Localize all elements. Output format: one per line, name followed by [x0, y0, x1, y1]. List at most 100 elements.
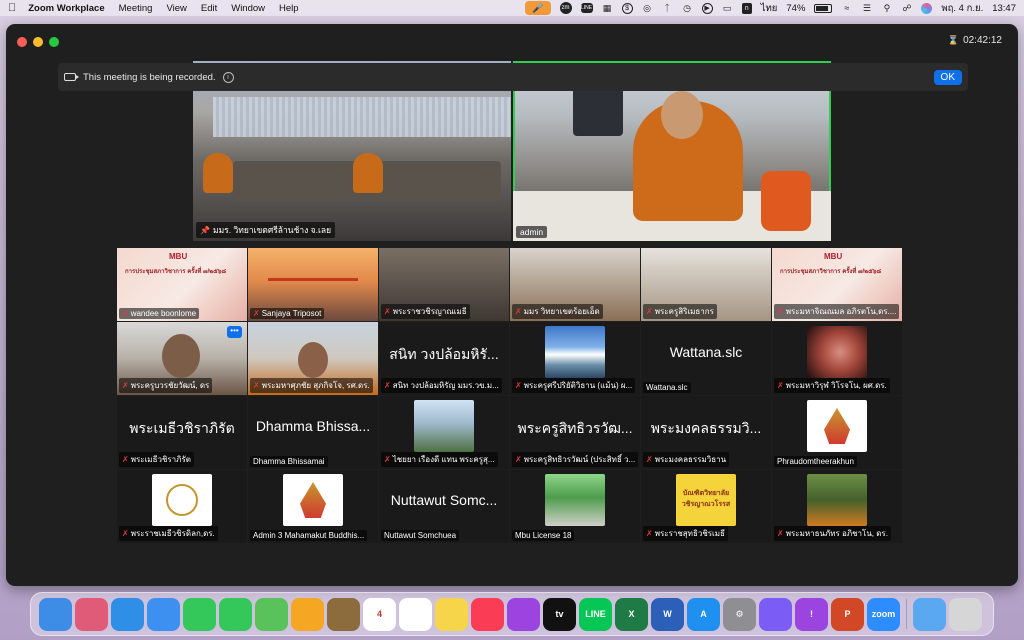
featured-name-tag: admin — [516, 226, 548, 238]
clock-status-icon[interactable]: ◷ — [682, 3, 693, 14]
line-status-icon[interactable]: LINE — [580, 3, 593, 13]
control-toggles-icon[interactable]: ☍ — [901, 3, 912, 14]
participant-name: wandee boonlome — [130, 309, 197, 318]
profile-picture: บัณฑิตวิทยาลัย วชิรญาณวโรรส — [676, 474, 736, 526]
mbu-logo-text: MBU — [169, 252, 188, 261]
messages-icon[interactable] — [219, 597, 252, 631]
launchpad-icon[interactable] — [75, 597, 108, 631]
feedback-icon[interactable]: ! — [795, 597, 828, 631]
bluetooth-icon[interactable]: ᛏ — [662, 3, 673, 14]
downloads-icon[interactable] — [913, 597, 946, 631]
info-icon[interactable]: i — [222, 71, 234, 83]
participant-tile[interactable]: MBU การประชุมสภาวิชาการ ครั้งที่ ๗/๒๕๖๘ … — [772, 248, 902, 321]
menu-meeting[interactable]: Meeting — [119, 3, 153, 14]
participant-tile[interactable]: ✗ พระราชวชิรญาณเมธี — [379, 248, 509, 321]
pin-icon: 📌 — [200, 225, 210, 235]
siri-icon[interactable] — [921, 2, 933, 14]
more-options-button[interactable]: ••• — [227, 326, 242, 338]
participant-tile[interactable]: ✗ พระมหาวิรุฬ วิโรจโน, ผศ.ดร. — [772, 322, 902, 395]
powerpoint-icon[interactable]: P — [831, 597, 864, 631]
muted-mic-icon: ✗ — [646, 529, 653, 538]
calendar-icon[interactable]: 4 — [363, 597, 396, 631]
participant-tile[interactable]: Wattana.slc Wattana.slc — [641, 322, 771, 395]
menu-help[interactable]: Help — [279, 3, 299, 14]
app-menu-zoom[interactable]: Zoom Workplace — [28, 3, 104, 14]
battery-icon[interactable] — [814, 3, 833, 13]
muted-mic-icon: ✗ — [253, 381, 260, 390]
podcasts-icon[interactable] — [507, 597, 540, 631]
play-status-icon[interactable]: ▶ — [701, 2, 713, 14]
display-status-icon[interactable]: ▭ — [722, 3, 733, 14]
fullscreen-window-button[interactable] — [49, 37, 59, 47]
participant-tile[interactable]: Mbu License 18 — [510, 470, 640, 543]
apple-icon[interactable]:  — [8, 2, 16, 14]
menubar-time[interactable]: 13:47 — [992, 3, 1016, 14]
music-icon[interactable] — [471, 597, 504, 631]
zoom-icon[interactable]: zoom — [867, 597, 900, 631]
maps-icon[interactable] — [255, 597, 288, 631]
participant-tile[interactable]: Nuttawut Somc... Nuttawut Somchuea — [379, 470, 509, 543]
word-icon[interactable]: W — [651, 597, 684, 631]
participant-tile[interactable]: ✗ Sanjaya Triposot — [248, 248, 378, 321]
notes-icon[interactable] — [435, 597, 468, 631]
minimize-window-button[interactable] — [33, 37, 43, 47]
reminders-icon[interactable] — [399, 597, 432, 631]
participant-tile[interactable]: ✗ พระครูศรีปริยัติวิธาน (แม้น) ผ... — [510, 322, 640, 395]
participant-tile[interactable]: Phraudomtheerakhun — [772, 396, 902, 469]
zoom-status-icon[interactable]: zm — [559, 2, 572, 14]
app-icon[interactable] — [327, 597, 360, 631]
menu-edit[interactable]: Edit — [201, 3, 217, 14]
participant-tile[interactable]: บัณฑิตวิทยาลัย วชิรญาณวโรรส ✗ พระราชสุทธิ… — [641, 470, 771, 543]
participant-tile[interactable]: พระครูสิทธิวรวัฒ... ✗ พระครูสิทธิวรวัฒน์ … — [510, 396, 640, 469]
tv-icon[interactable]: tv — [543, 597, 576, 631]
safari-icon[interactable] — [111, 597, 144, 631]
input-language[interactable]: ไทย — [761, 1, 778, 16]
participant-tile[interactable]: พระเมธีวชิราภิรัต ✗ พระเมธีวชิราภิรัต — [117, 396, 247, 469]
control-center-icon[interactable]: ☰ — [861, 3, 872, 14]
facetime-icon[interactable] — [183, 597, 216, 631]
participant-tile[interactable]: MBU การประชุมสภาวิชาการ ครั้งที่ ๗/๒๕๖๘ … — [117, 248, 247, 321]
participant-tile[interactable]: ••• ✗ พระครูบวรชัยวัฒน์, ดร — [117, 322, 247, 395]
participant-tile[interactable]: ✗ พระมหาธนภัทร อภิชาโน, ดร. — [772, 470, 902, 543]
spotlight-search-icon[interactable]: ⚲ — [881, 3, 892, 14]
muted-mic-icon: ✗ — [122, 455, 129, 464]
microphone-in-use-icon[interactable]: 🎤 — [525, 1, 551, 15]
participant-tile[interactable]: ✗ พระราชเมธีวชิรดิลก,ดร. — [117, 470, 247, 543]
participant-name: สนิท วงปล้อมหิรัญ มมร.วข.ม... — [392, 381, 499, 390]
participant-tile[interactable]: ✗ มมร วิทยาเขตร้อยเอ็ด — [510, 248, 640, 321]
menu-bar:  Zoom Workplace Meeting View Edit Windo… — [0, 0, 1024, 16]
trash-icon[interactable] — [949, 597, 982, 631]
close-window-button[interactable] — [17, 37, 27, 47]
menu-view[interactable]: View — [166, 3, 186, 14]
participant-tile[interactable]: พระมงคลธรรมวิ... ✗ พระมงคลธรรมวิธาน — [641, 396, 771, 469]
participant-name: Admin 3 Mahamakut Buddhis... — [253, 531, 365, 540]
wifi-icon[interactable]: ≈ — [841, 3, 852, 14]
grid-status-icon[interactable]: ▦ — [602, 3, 613, 14]
system-settings-icon[interactable]: ⚙ — [723, 597, 756, 631]
hourglass-icon: ⌛ — [947, 35, 960, 45]
muted-mic-icon: ✗ — [384, 381, 391, 390]
recording-ok-button[interactable]: OK — [933, 69, 962, 85]
participant-tile[interactable]: ✗ ไชยยา เรืองดี แทน พระครูสุ... — [379, 396, 509, 469]
app-store-icon[interactable]: A — [687, 597, 720, 631]
participant-tile[interactable]: Dhamma Bhissa... Dhamma Bhissamai — [248, 396, 378, 469]
excel-icon[interactable]: X — [615, 597, 648, 631]
line-icon[interactable]: LINE — [579, 597, 612, 631]
participant-tile[interactable]: Admin 3 Mahamakut Buddhis... — [248, 470, 378, 543]
muted-mic-icon: ✗ — [515, 381, 522, 390]
dollar-status-icon[interactable]: $ — [621, 2, 633, 14]
messenger-icon[interactable] — [759, 597, 792, 631]
dock: 4 tv LINE X W A ⚙! Pzoom — [30, 592, 994, 636]
keyboard-input-icon[interactable]: ก — [741, 2, 752, 14]
participant-tile[interactable]: ✗ พระมหาศุภชัย สุภกิจโจ, รศ.ดร. — [248, 322, 378, 395]
participant-tile[interactable]: ✗ พระครูสิริเมธากร — [641, 248, 771, 321]
menubar-date[interactable]: พฤ. 4 ก.ย. — [941, 1, 983, 16]
participant-tile[interactable]: สนิท วงปล้อมหิรั... ✗ สนิท วงปล้อมหิรัญ ม… — [379, 322, 509, 395]
finder-icon[interactable] — [39, 597, 72, 631]
participant-name: พระราชสุทธิวชิรเมธี — [654, 529, 725, 538]
menu-window[interactable]: Window — [231, 3, 265, 14]
mail-icon[interactable] — [147, 597, 180, 631]
airdrop-icon[interactable]: ◎ — [642, 3, 653, 14]
photos-icon[interactable] — [291, 597, 324, 631]
slide-title: การประชุมสภาวิชาการ ครั้งที่ ๗/๒๕๖๘ — [780, 269, 882, 275]
